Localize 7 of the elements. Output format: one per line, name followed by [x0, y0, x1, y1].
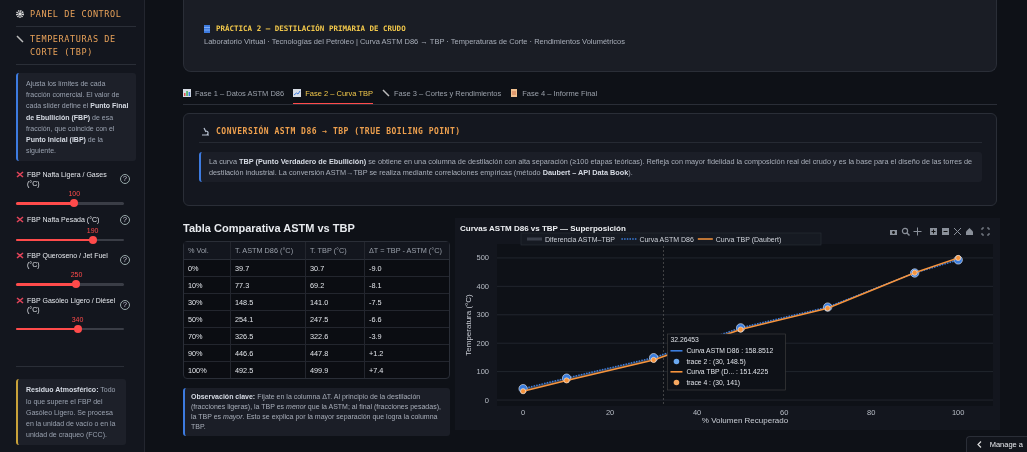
section-title: TEMPERATURAS DE CORTE (TBP)	[30, 33, 117, 59]
table-title: Tabla Comparativa ASTM vs TBP	[183, 222, 356, 234]
axis-title: % Volumen Recuperado	[701, 416, 789, 425]
card-title: CONVERSIÓN ASTM D86 → TBP (TRUE BOILING POINT)	[216, 127, 461, 136]
axis-title: Temperatura (°C)	[464, 294, 473, 356]
sidebar-title: PANEL DE CONTROL	[30, 8, 122, 21]
chart-title: Curvas ASTM D86 vs TBP — Superposición	[460, 224, 626, 233]
